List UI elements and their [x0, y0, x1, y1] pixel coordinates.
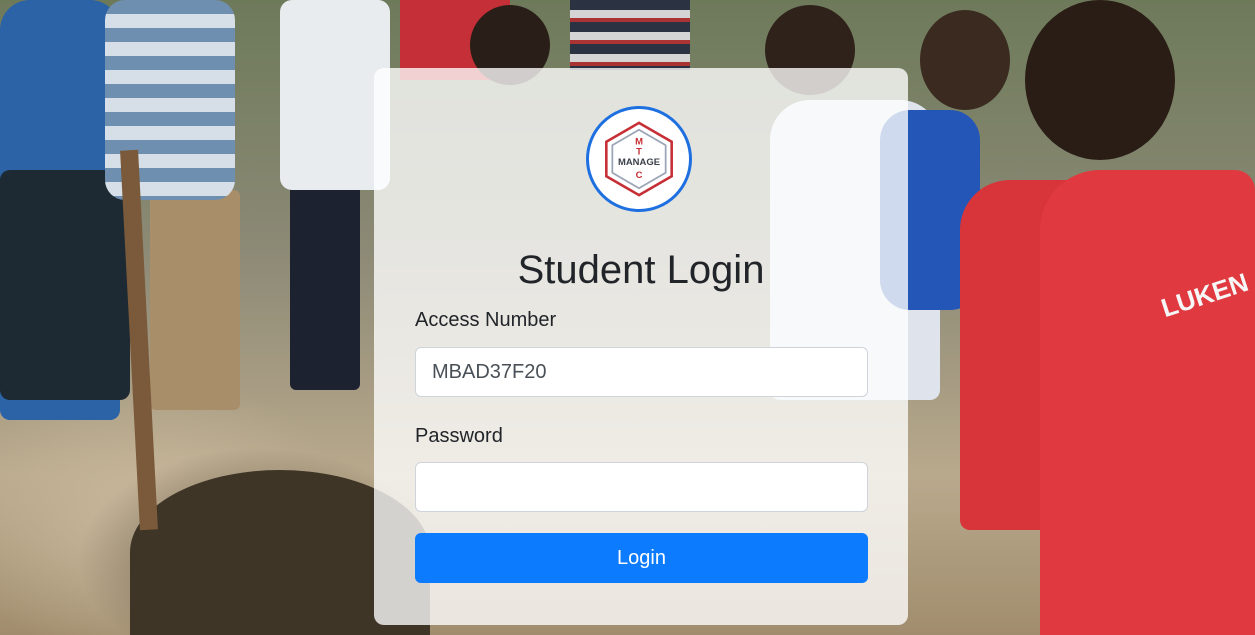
- person-shape: [570, 0, 690, 70]
- password-input[interactable]: [415, 462, 868, 512]
- person-shape: [0, 170, 130, 400]
- school-logo: M T MANAGE C: [586, 106, 692, 212]
- person-shape: [1040, 170, 1255, 635]
- login-button[interactable]: Login: [415, 533, 868, 583]
- person-head: [1025, 0, 1175, 160]
- password-label: Password: [415, 425, 503, 447]
- access-number-label: Access Number: [415, 309, 557, 331]
- logo-icon: M T MANAGE C: [605, 121, 673, 197]
- logo-word-manage: MANAGE: [618, 157, 660, 168]
- logo-letter-m: M: [635, 136, 643, 147]
- login-card: M T MANAGE C Student Login Access Number…: [374, 68, 908, 625]
- logo-letter-t: T: [636, 147, 642, 158]
- person-head: [920, 10, 1010, 110]
- person-shape: [290, 180, 360, 390]
- logo-letter-c: C: [636, 170, 643, 181]
- page-title: Student Login: [517, 248, 765, 292]
- access-number-input[interactable]: [415, 347, 868, 397]
- person-shape: [150, 190, 240, 410]
